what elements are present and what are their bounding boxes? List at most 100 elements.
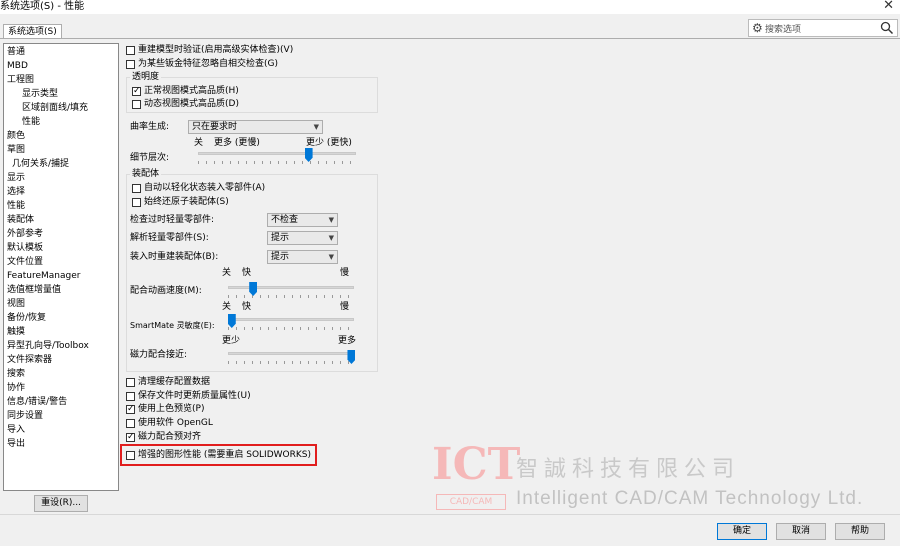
check-icon: ✓ [127,432,135,442]
rebuild-verify-label: 重建模型时验证(启用高级实体检查)(V) [138,45,294,55]
mate-anim-slider-track[interactable] [228,286,354,289]
help-button[interactable]: 帮助 [835,523,885,540]
smartmate-slider-ticks [228,327,354,330]
watermark-company-en: Intelligent CAD/CAM Technology Ltd. [516,488,864,509]
mate-anim-fast-label: 快 [242,268,252,278]
nav-item-drawings[interactable]: 工程图 [7,74,34,86]
nav-item-import[interactable]: 导入 [7,424,25,436]
magnetic-preview-label: 磁力配合预对齐 [138,432,202,442]
transparency-title: 透明度 [130,72,162,83]
ict-logo-text: ICT [432,439,521,490]
nav-item-collaboration[interactable]: 协作 [7,382,25,394]
nav-item-sync-settings[interactable]: 同步设置 [7,410,43,422]
nav-item-search[interactable]: 搜索 [7,368,25,380]
chevron-down-icon: ▼ [313,123,319,131]
options-dialog: 系统选项(S) - 性能 ✕ 系统选项(S) ⚙ 搜索选项 普通 MBD 工程图… [0,0,900,546]
nav-item-hole-wizard[interactable]: 异型孔向导/Toolbox [7,340,89,352]
nav-item-view[interactable]: 视图 [7,298,25,310]
shaded-preview-checkbox[interactable]: ✓ [126,404,135,414]
purge-config-checkbox[interactable] [126,378,135,387]
ict-logo-sub: CAD/CAM [436,494,506,510]
nav-item-default-templates[interactable]: 默认模板 [7,242,43,254]
nav-item-assemblies[interactable]: 装配体 [7,214,34,226]
nav-item-mbd[interactable]: MBD [7,60,28,72]
magnetic-slider-track[interactable] [228,352,354,355]
curvature-label: 曲率生成: [130,122,170,132]
update-mass-label: 保存文件时更新质量属性(U) [138,391,251,401]
curvature-dropdown[interactable]: 只在要求时 ▼ [188,120,323,134]
resolve-lightweight-label: 解析轻量零部件(S): [130,233,209,243]
search-placeholder: 搜索选项 [765,25,802,35]
magnetic-slider-ticks [228,361,354,364]
chevron-down-icon: ▼ [328,216,334,224]
assembly-title: 装配体 [130,169,162,180]
nav-item-relations-snaps[interactable]: 几何关系/捕捉 [12,158,69,170]
software-opengl-label: 使用软件 OpenGL [138,418,213,428]
ok-button[interactable]: 确定 [717,523,767,540]
mate-anim-label: 配合动画速度(M): [130,286,202,296]
ignore-sheetmetal-checkbox[interactable] [126,60,135,69]
purge-config-label: 清理缓存配置数据 [138,377,211,387]
nav-item-touch[interactable]: 触摸 [7,326,25,338]
ict-logo: ICT CAD/CAM [432,442,520,516]
rebuild-verify-checkbox[interactable] [126,46,135,55]
nav-item-drawing-performance[interactable]: 性能 [22,116,40,128]
nav-item-selection[interactable]: 选择 [7,186,25,198]
lod-slider-thumb[interactable] [304,148,313,162]
dynamic-hq-label: 动态视图模式高品质(D) [144,99,239,109]
nav-item-general[interactable]: 普通 [7,46,25,58]
nav-item-file-explorer[interactable]: 文件探索器 [7,354,52,366]
normal-hq-label: 正常视图模式高品质(H) [144,86,239,96]
nav-item-external-refs[interactable]: 外部参考 [7,228,43,240]
nav-item-area-hatch[interactable]: 区域剖面线/填充 [22,102,88,114]
close-icon[interactable]: ✕ [883,0,894,13]
dynamic-hq-checkbox[interactable] [132,100,141,109]
nav-item-sketch[interactable]: 草图 [7,144,25,156]
smartmate-slider-track[interactable] [228,318,354,321]
smartmate-off-label: 关 [222,302,232,312]
update-mass-checkbox[interactable] [126,392,135,401]
resolve-lightweight-dropdown[interactable]: 提示 ▼ [267,231,338,245]
nav-item-display-style[interactable]: 显示类型 [22,88,58,100]
gear-icon[interactable]: ⚙ [752,20,763,36]
check-outdated-dropdown[interactable]: 不检查 ▼ [267,213,338,227]
software-opengl-checkbox[interactable] [126,419,135,428]
nav-item-performance[interactable]: 性能 [7,200,25,212]
nav-item-colors[interactable]: 颜色 [7,130,25,142]
nav-item-export[interactable]: 导出 [7,438,25,450]
nav-item-spin-increments[interactable]: 选值框增量值 [7,284,61,296]
nav-item-messages[interactable]: 信息/错误/警告 [7,396,67,408]
search-input[interactable]: ⚙ 搜索选项 [748,19,898,37]
lod-slider-ticks [198,161,356,164]
rebuild-on-load-dropdown[interactable]: 提示 ▼ [267,250,338,264]
auto-lightweight-label: 自动以轻化状态装入零部件(A) [144,183,266,193]
rebuild-on-load-label: 装入时重建装配体(B): [130,252,219,262]
watermark-company-cn: 智誠科技有限公司 [516,457,741,482]
auto-lightweight-checkbox[interactable] [132,184,141,193]
always-resolve-checkbox[interactable] [132,198,141,207]
nav-item-file-locations[interactable]: 文件位置 [7,256,43,268]
lod-slider-track[interactable] [198,152,356,155]
reset-button[interactable]: 重设(R)... [34,495,88,512]
nav-item-featuremanager[interactable]: FeatureManager [7,270,80,282]
nav-item-display[interactable]: 显示 [7,172,25,184]
options-nav-tree[interactable]: 普通 MBD 工程图 显示类型 区域剖面线/填充 性能 颜色 草图 几何关系/捕… [3,43,119,491]
resolve-lightweight-value: 提示 [271,233,290,243]
check-outdated-value: 不检查 [271,215,299,225]
always-resolve-label: 始终还原子装配体(S) [144,197,229,207]
tab-system-options[interactable]: 系统选项(S) [3,24,62,39]
enhanced-graphics-checkbox[interactable] [126,451,135,460]
nav-item-backup[interactable]: 备份/恢复 [7,312,46,324]
normal-hq-checkbox[interactable]: ✓ [132,86,141,96]
lod-off-label: 关 [194,138,204,148]
magnetic-preview-checkbox[interactable]: ✓ [126,432,135,442]
chevron-down-icon: ▼ [328,234,334,242]
cancel-button[interactable]: 取消 [776,523,826,540]
check-outdated-label: 检查过时轻量零部件: [130,215,215,225]
enhanced-graphics-label: 增强的图形性能 (需要重启 SOLIDWORKS) [138,450,311,460]
window-title: 系统选项(S) - 性能 [0,1,85,12]
check-icon: ✓ [133,86,141,96]
search-icon[interactable] [880,21,894,35]
smartmate-slow-label: 慢 [340,302,350,312]
lod-label: 细节层次: [130,153,170,163]
